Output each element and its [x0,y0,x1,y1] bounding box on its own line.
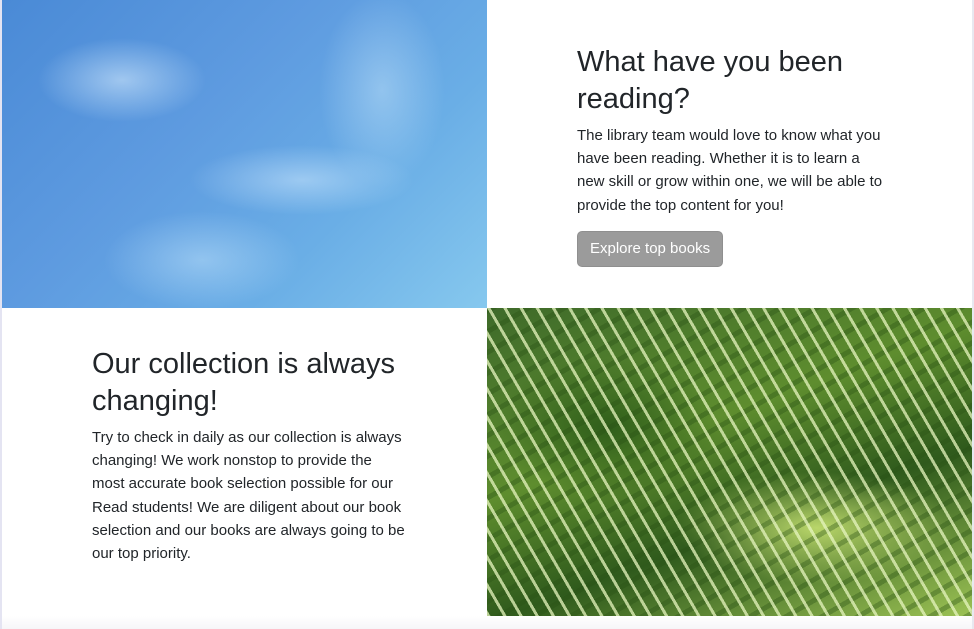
collection-text: Try to check in daily as our collection … [92,429,405,563]
reading-text: The library team would love to know what… [577,127,883,214]
footer-divider [2,616,972,629]
reading-section: What have you been reading? The library … [577,44,887,267]
collection-heading: Our collection is always changing! [92,348,395,417]
plant-leaves-image [487,308,972,616]
sky-image [2,0,487,308]
collection-section: Our collection is always changing! Try t… [92,346,407,565]
explore-top-books-button[interactable]: Explore top books [577,230,724,267]
reading-heading: What have you been reading? [577,46,844,115]
